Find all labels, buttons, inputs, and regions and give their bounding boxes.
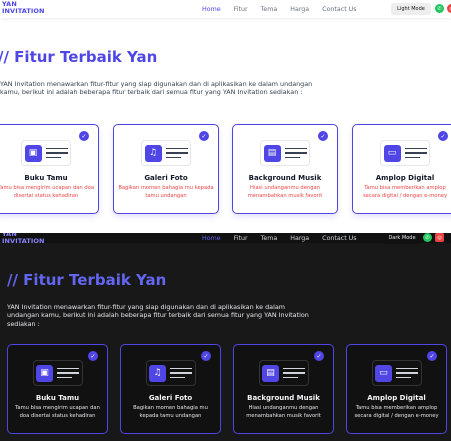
nav-fitur[interactable]: Fitur bbox=[234, 6, 248, 13]
feature-card-amplop-digital[interactable]: ✓ ▭ Amplop Digital Tamu bisa memberikan … bbox=[346, 344, 447, 434]
feature-desc: Hiasi undanganmu dengan menambahkan musi… bbox=[247, 185, 323, 199]
instagram-icon[interactable]: ◎ bbox=[447, 4, 451, 13]
nav-tema[interactable]: Tema bbox=[261, 235, 278, 242]
nav-home[interactable]: Home bbox=[202, 6, 221, 13]
check-icon: ✓ bbox=[199, 131, 209, 141]
feature-illustration: ▭ bbox=[371, 360, 422, 386]
check-icon: ✓ bbox=[314, 351, 324, 361]
navbar: YAN INVITATION Home Fitur Tema Harga Con… bbox=[0, 0, 451, 18]
feature-title: Galeri Foto bbox=[148, 394, 193, 402]
check-icon: ✓ bbox=[318, 131, 328, 141]
check-icon: ✓ bbox=[427, 351, 437, 361]
nav-links: Home Fitur Tema Harga Contact Us bbox=[202, 233, 370, 247]
guestbook-icon: ▣ bbox=[24, 144, 42, 162]
logo[interactable]: YAN INVITATION bbox=[2, 1, 45, 15]
feature-illustration: ▣ bbox=[21, 140, 71, 166]
id-card-icon: ▭ bbox=[375, 364, 392, 382]
id-card-icon: ▭ bbox=[383, 144, 401, 162]
whatsapp-icon[interactable]: ✆ bbox=[435, 4, 444, 13]
feature-desc: Tamu bisa memberikan amplop secara digit… bbox=[362, 185, 448, 199]
nav-links: Home Fitur Tema Harga Contact Us bbox=[202, 0, 370, 18]
check-icon: ✓ bbox=[201, 351, 211, 361]
instagram-icon[interactable]: ◎ bbox=[435, 233, 444, 242]
feature-desc: Hiasi undanganmu dengan menambahkan musi… bbox=[246, 405, 321, 419]
feature-title: Galeri Foto bbox=[144, 174, 188, 182]
feature-title: Background Musik bbox=[247, 394, 320, 402]
feature-illustration: ▣ bbox=[32, 360, 83, 386]
light-mode-preview: YAN INVITATION Home Fitur Tema Harga Con… bbox=[0, 0, 451, 233]
nav-fitur[interactable]: Fitur bbox=[234, 235, 248, 242]
nav-harga[interactable]: Harga bbox=[290, 235, 309, 242]
feature-card-galeri-foto[interactable]: ✓ ♫ Galeri Foto Bagikan momen bahagia mu… bbox=[113, 124, 219, 214]
logo[interactable]: YAN INVITATION bbox=[2, 233, 45, 245]
theme-toggle-button[interactable]: Dark Mode bbox=[382, 233, 422, 244]
nav-home[interactable]: Home bbox=[202, 235, 221, 242]
music-gallery-icon: ♫ bbox=[149, 364, 166, 382]
nav-tema[interactable]: Tema bbox=[261, 6, 278, 13]
image-music-icon: ▤ bbox=[262, 364, 279, 382]
feature-desc: Tamu bisa mengirim ucapan dan doa disert… bbox=[0, 185, 95, 199]
section-description: YAN Invitation menawarkan fitur-fitur ya… bbox=[0, 80, 313, 97]
check-icon: ✓ bbox=[88, 351, 98, 361]
check-icon: ✓ bbox=[438, 131, 448, 141]
feature-illustration: ♫ bbox=[145, 360, 196, 386]
navbar: YAN INVITATION Home Fitur Tema Harga Con… bbox=[0, 233, 451, 245]
feature-card-buku-tamu[interactable]: ✓ ▣ Buku Tamu Tamu bisa mengirim ucapan … bbox=[0, 124, 99, 214]
section-title: // Fitur Terbaik Yan bbox=[7, 271, 167, 289]
feature-desc: Bagikan momen bahagia mu kepada tamu und… bbox=[118, 185, 214, 199]
logo-line-2: INVITATION bbox=[2, 7, 45, 15]
image-music-icon: ▤ bbox=[263, 144, 281, 162]
whatsapp-icon[interactable]: ✆ bbox=[423, 233, 432, 242]
feature-illustration: ▤ bbox=[258, 360, 309, 386]
feature-card-buku-tamu[interactable]: ✓ ▣ Buku Tamu Tamu bisa mengirim ucapan … bbox=[7, 344, 108, 434]
feature-desc: Tamu bisa mengirim ucapan dan doa disert… bbox=[15, 405, 100, 419]
nav-contact[interactable]: Contact Us bbox=[322, 235, 356, 242]
feature-title: Buku Tamu bbox=[35, 394, 80, 402]
feature-card-background-musik[interactable]: ✓ ▤ Background Musik Hiasi undanganmu de… bbox=[233, 344, 334, 434]
guestbook-icon: ▣ bbox=[36, 364, 53, 382]
section-title: // Fitur Terbaik Yan bbox=[0, 48, 158, 66]
feature-cards: ✓ ▣ Buku Tamu Tamu bisa mengirim ucapan … bbox=[0, 344, 451, 439]
feature-card-galeri-foto[interactable]: ✓ ♫ Galeri Foto Bagikan momen bahagia mu… bbox=[120, 344, 221, 434]
nav-contact[interactable]: Contact Us bbox=[322, 6, 356, 13]
feature-illustration: ▭ bbox=[380, 140, 430, 166]
feature-desc: Bagikan momen bahagia mu kepada tamu und… bbox=[133, 405, 208, 419]
music-gallery-icon: ♫ bbox=[144, 144, 162, 162]
feature-cards: ✓ ▣ Buku Tamu Tamu bisa mengirim ucapan … bbox=[0, 124, 451, 219]
logo-line-2: INVITATION bbox=[2, 237, 45, 245]
feature-title: Background Musik bbox=[248, 174, 322, 182]
check-icon: ✓ bbox=[79, 131, 89, 141]
feature-card-amplop-digital[interactable]: ✓ ▭ Amplop Digital Tamu bisa memberikan … bbox=[352, 124, 451, 214]
feature-illustration: ♫ bbox=[141, 140, 191, 166]
feature-title: Amplop Digital bbox=[367, 394, 426, 402]
feature-title: Amplop Digital bbox=[375, 174, 435, 182]
section-description: YAN Invitation menawarkan fitur-fitur ya… bbox=[7, 303, 309, 328]
dark-mode-preview: YAN INVITATION Home Fitur Tema Harga Con… bbox=[0, 233, 451, 441]
feature-card-background-musik[interactable]: ✓ ▤ Background Musik Hiasi undanganmu de… bbox=[232, 124, 338, 214]
feature-desc: Tamu bisa memberikan amplop secara digit… bbox=[354, 405, 439, 419]
nav-harga[interactable]: Harga bbox=[290, 6, 309, 13]
feature-title: Buku Tamu bbox=[24, 174, 68, 182]
feature-illustration: ▤ bbox=[260, 140, 310, 166]
theme-toggle-button[interactable]: Light Mode bbox=[391, 3, 431, 15]
